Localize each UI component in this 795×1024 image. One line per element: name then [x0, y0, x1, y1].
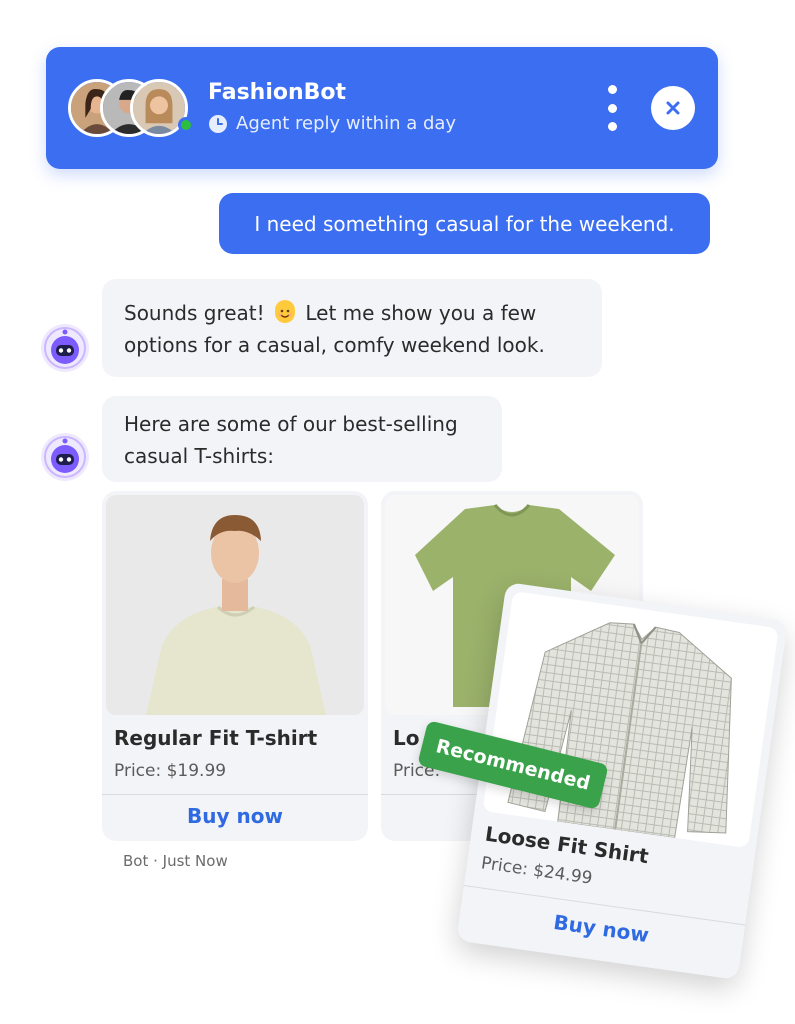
message-timestamp: Bot · Just Now — [123, 852, 228, 870]
close-icon — [666, 101, 680, 115]
product-image-plaid-shirt — [482, 591, 779, 849]
buy-now-button[interactable]: Buy now — [459, 897, 744, 960]
bot-message-1-line1: Sounds great! Let me show you a few — [124, 297, 580, 329]
product-card-regular-fit-tshirt[interactable]: Regular Fit T-shirt Price: $19.99 Buy no… — [102, 491, 368, 841]
product-title: Regular Fit T-shirt — [114, 726, 318, 750]
smiling-emoji-icon — [275, 300, 296, 323]
more-vertical-icon[interactable] — [602, 85, 622, 131]
bot-message-2-line1: Here are some of our best-selling — [124, 412, 458, 436]
bot-name: FashionBot — [208, 80, 347, 105]
product-price: Price: $24.99 — [479, 853, 594, 889]
product-image-model-tshirt — [106, 495, 364, 715]
bot-message-1: Sounds great! Let me show you a few opti… — [102, 279, 602, 377]
bot-message-2-line2: casual T-shirts: — [124, 444, 274, 468]
clock-icon — [208, 114, 228, 134]
reply-status: Agent reply within a day — [208, 113, 456, 134]
bot-avatar-icon — [40, 323, 90, 373]
close-button[interactable] — [651, 86, 695, 130]
product-price: Price: $19.99 — [114, 761, 227, 781]
buy-now-button[interactable]: Buy now — [102, 804, 368, 828]
bot-message-2: Here are some of our best-selling casual… — [102, 396, 502, 482]
bot-message-1-text-b: Let me show you a few — [305, 301, 537, 325]
reply-status-text: Agent reply within a day — [236, 113, 457, 134]
product-title: Lo — [393, 726, 420, 750]
divider — [102, 794, 368, 795]
bot-avatar-icon — [40, 432, 90, 482]
chat-header: FashionBot Agent reply within a day — [46, 47, 718, 169]
bot-message-1-line2: options for a casual, comfy weekend look… — [124, 333, 545, 357]
user-message: I need something casual for the weekend. — [219, 193, 710, 254]
online-status-dot — [178, 117, 194, 133]
bot-message-1-text-a: Sounds great! — [124, 301, 265, 325]
